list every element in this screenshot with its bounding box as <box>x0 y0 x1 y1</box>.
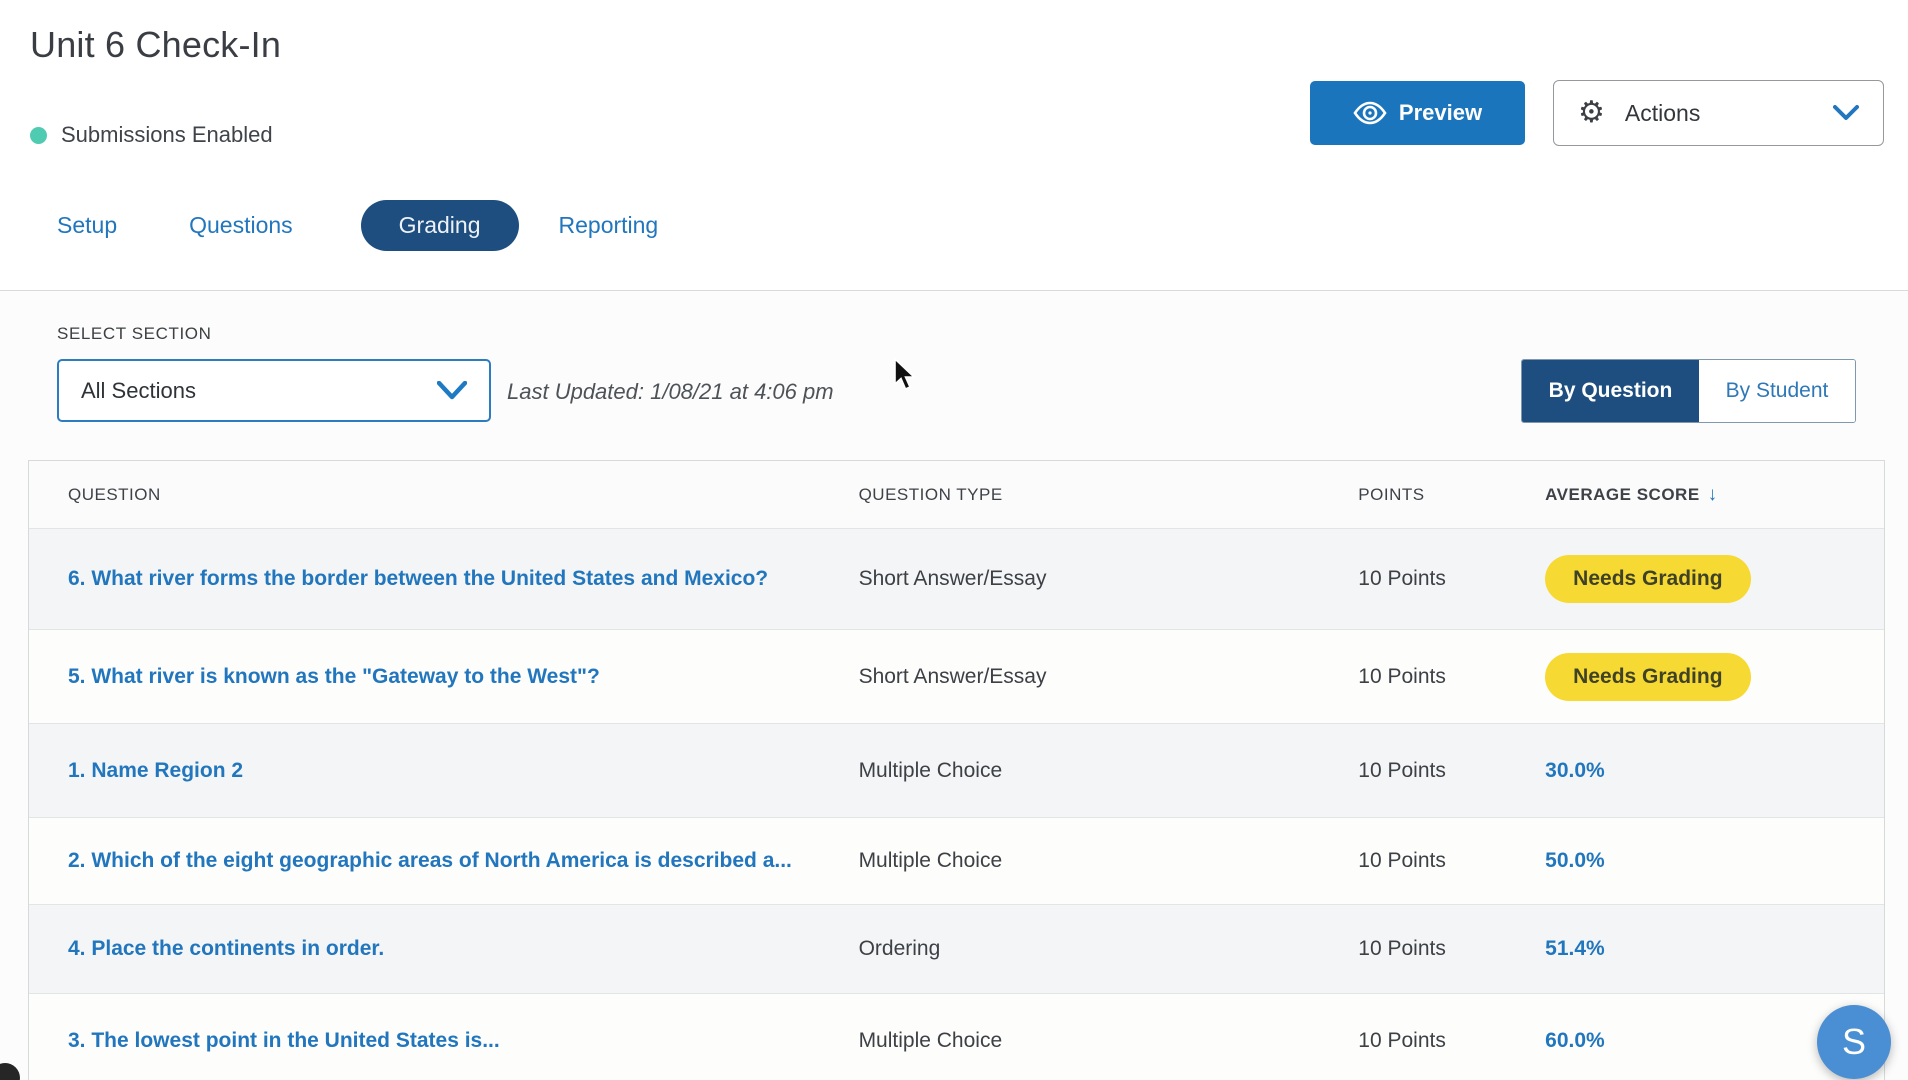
question-type-cell: Multiple Choice <box>859 759 1359 783</box>
eye-icon <box>1353 101 1387 125</box>
column-header-question-type[interactable]: QUESTION TYPE <box>859 485 1359 505</box>
question-link[interactable]: 2. Which of the eight geographic areas o… <box>68 849 792 872</box>
preview-button[interactable]: Preview <box>1310 81 1525 145</box>
points-cell: 10 Points <box>1358 567 1545 591</box>
actions-button[interactable]: ⚙ Actions <box>1553 80 1884 146</box>
assessment-grading-page: Unit 6 Check-In Submissions Enabled Prev… <box>0 0 1908 1080</box>
gear-icon: ⚙ <box>1578 98 1605 128</box>
average-score-value: 30.0% <box>1545 759 1605 782</box>
sort-descending-icon: ↓ <box>1708 484 1718 505</box>
question-type-cell: Ordering <box>859 937 1359 961</box>
tab-grading[interactable]: Grading <box>361 200 519 251</box>
question-link[interactable]: 5. What river is known as the "Gateway t… <box>68 665 600 688</box>
question-type-cell: Multiple Choice <box>859 849 1359 873</box>
question-link[interactable]: 6. What river forms the border between t… <box>68 567 768 590</box>
column-header-points[interactable]: POINTS <box>1358 485 1545 505</box>
status-dot-icon <box>30 127 47 144</box>
average-score-value: 60.0% <box>1545 1029 1605 1052</box>
table-row: 5. What river is known as the "Gateway t… <box>29 630 1884 724</box>
question-type-cell: Short Answer/Essay <box>859 665 1359 689</box>
actions-button-label: Actions <box>1625 100 1700 127</box>
section-dropdown-value: All Sections <box>81 378 196 404</box>
table-row: 3. The lowest point in the United States… <box>29 994 1884 1080</box>
needs-grading-badge: Needs Grading <box>1545 653 1750 701</box>
question-link[interactable]: 1. Name Region 2 <box>68 759 243 782</box>
tab-setup[interactable]: Setup <box>57 200 117 251</box>
column-header-average-score[interactable]: AVERAGE SCORE ↓ <box>1545 484 1884 506</box>
table-row: 1. Name Region 2 Multiple Choice 10 Poin… <box>29 724 1884 818</box>
questions-table: QUESTION QUESTION TYPE POINTS AVERAGE SC… <box>28 460 1885 1080</box>
table-header-row: QUESTION QUESTION TYPE POINTS AVERAGE SC… <box>29 461 1884 529</box>
needs-grading-badge: Needs Grading <box>1545 555 1750 603</box>
chevron-down-icon <box>1833 105 1859 121</box>
table-row: 4. Place the continents in order. Orderi… <box>29 905 1884 994</box>
chevron-down-icon <box>437 381 467 400</box>
tab-bar: Setup Questions Grading Reporting <box>57 200 730 251</box>
table-row: 6. What river forms the border between t… <box>29 529 1884 630</box>
average-score-value: 50.0% <box>1545 849 1605 872</box>
grading-panel: SELECT SECTION All Sections Last Updated… <box>0 290 1908 1080</box>
tab-questions[interactable]: Questions <box>189 200 293 251</box>
toggle-by-student[interactable]: By Student <box>1699 360 1855 422</box>
select-section-label: SELECT SECTION <box>57 324 212 344</box>
table-row: 2. Which of the eight geographic areas o… <box>29 818 1884 905</box>
view-toggle: By Question By Student <box>1521 359 1856 423</box>
points-cell: 10 Points <box>1358 1029 1545 1053</box>
page-title: Unit 6 Check-In <box>30 24 281 66</box>
question-link[interactable]: 3. The lowest point in the United States… <box>68 1029 500 1052</box>
question-link[interactable]: 4. Place the continents in order. <box>68 937 384 960</box>
points-cell: 10 Points <box>1358 937 1545 961</box>
column-header-average-score-label: AVERAGE SCORE <box>1545 485 1700 504</box>
submission-status: Submissions Enabled <box>30 122 273 148</box>
tab-reporting[interactable]: Reporting <box>559 200 659 251</box>
points-cell: 10 Points <box>1358 665 1545 689</box>
column-header-question[interactable]: QUESTION <box>29 485 859 505</box>
points-cell: 10 Points <box>1358 759 1545 783</box>
preview-button-label: Preview <box>1399 100 1482 126</box>
toggle-by-question[interactable]: By Question <box>1522 360 1699 422</box>
average-score-value: 51.4% <box>1545 937 1605 960</box>
question-type-cell: Short Answer/Essay <box>859 567 1359 591</box>
points-cell: 10 Points <box>1358 849 1545 873</box>
user-avatar[interactable]: S <box>1817 1005 1891 1079</box>
section-dropdown[interactable]: All Sections <box>57 359 491 422</box>
question-type-cell: Multiple Choice <box>859 1029 1359 1053</box>
last-updated-text: Last Updated: 1/08/21 at 4:06 pm <box>507 379 834 405</box>
avatar-initial: S <box>1842 1021 1866 1063</box>
status-label: Submissions Enabled <box>61 122 273 148</box>
